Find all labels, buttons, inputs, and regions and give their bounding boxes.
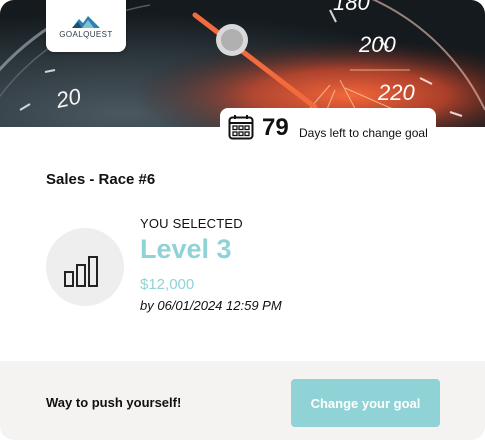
selected-level: Level 3 [140,234,232,264]
gauge-label-200: 200 [358,32,396,57]
gauge-label-220: 220 [377,80,415,105]
days-left-label: Days left to change goal [299,126,428,140]
brand-logo: GOALQUEST [46,0,126,52]
encouragement-message: Way to push yourself! [46,395,182,410]
mountain-logo-icon [72,16,100,28]
selection-deadline: by 06/01/2024 12:59 PM [140,298,282,313]
days-left-indicator: 79 Days left to change goal [220,108,436,144]
selected-amount: $12,000 [140,276,195,293]
race-title: Sales - Race #6 [46,171,156,188]
level-icon-circle [46,228,124,306]
card-footer: Way to push yourself! Change your goal [0,361,485,440]
goal-card: 20 180 200 220 GOALQUEST 79 Days left to… [0,0,485,440]
selection-heading: YOU SELECTED [140,216,243,231]
calendar-icon [228,115,254,140]
bar-chart-icon [64,256,98,287]
brand-logo-text: GOALQUEST [59,30,113,39]
gauge-label-180: 180 [333,0,370,15]
days-left-count: 79 [262,114,289,141]
change-goal-button[interactable]: Change your goal [291,379,440,427]
